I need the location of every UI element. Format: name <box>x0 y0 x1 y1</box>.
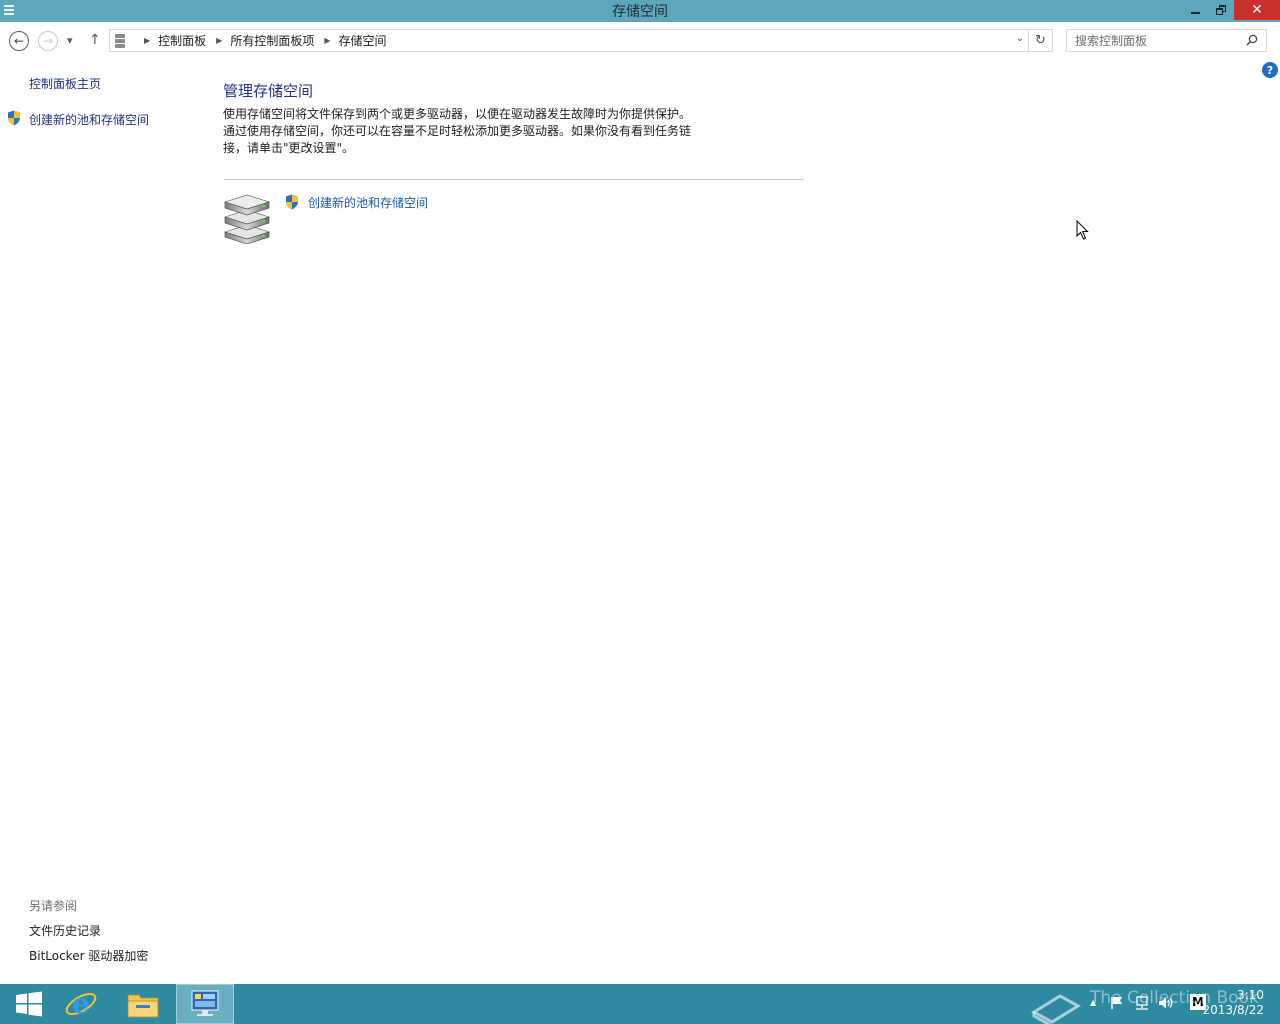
file-history-link[interactable]: 文件历史记录 <box>29 922 101 939</box>
breadcrumb-separator-icon[interactable]: ▶ <box>144 36 150 45</box>
address-bar[interactable]: ▶ 控制面板 ▶ 所有控制面板项 ▶ 存储空间 ⌄ <box>109 29 1029 52</box>
watermark-text: The Collection Book <box>1090 988 1259 1008</box>
breadcrumb-item-all-items[interactable]: 所有控制面板项 <box>230 32 314 49</box>
taskbar-internet-explorer[interactable]: e <box>52 984 110 1024</box>
windows-logo-icon <box>16 991 42 1017</box>
taskbar: e ▲ M 3:10 2013/8/22 <box>0 984 1280 1024</box>
minimize-icon <box>1190 12 1200 14</box>
restore-icon <box>1216 5 1226 15</box>
watermark-book-icon <box>1031 994 1081 1024</box>
svg-text:e: e <box>72 987 90 1020</box>
file-explorer-icon <box>127 994 159 1018</box>
control-panel-home-link[interactable]: 控制面板主页 <box>29 75 101 92</box>
back-button[interactable]: ← <box>9 31 29 51</box>
breadcrumb-separator-icon[interactable]: ▶ <box>216 36 222 45</box>
recent-locations-button[interactable]: ▾ <box>67 34 73 47</box>
uac-shield-icon <box>8 110 20 126</box>
search-icon[interactable] <box>1246 34 1258 46</box>
taskbar-file-explorer[interactable] <box>114 984 172 1024</box>
left-pane: 控制面板主页 创建新的池和存储空间 另请参阅 文件历史记录 BitLocker … <box>0 58 210 984</box>
description-line: 通过使用存储空间，你还可以在容量不足时轻松添加更多驱动器。如果你没有看到任务链 <box>223 124 692 138</box>
uac-shield-icon <box>286 194 298 210</box>
divider <box>224 179 804 180</box>
internet-explorer-icon: e <box>65 987 97 1020</box>
description-line: 使用存储空间将文件保存到两个或更多驱动器，以便在驱动器发生故障时为你提供保护。 <box>223 107 692 121</box>
storage-pool-icon <box>224 194 270 244</box>
mouse-cursor-icon <box>1076 220 1089 240</box>
taskbar-control-panel[interactable] <box>176 984 234 1024</box>
navigation-bar: ← → ▾ ↑ ▶ 控制面板 ▶ 所有控制面板项 ▶ 存储空间 ⌄ ↻ <box>0 22 1280 58</box>
see-also-heading: 另请参阅 <box>29 899 78 913</box>
page-title: 管理存储空间 <box>223 82 314 100</box>
breadcrumb-item-control-panel[interactable]: 控制面板 <box>158 32 206 49</box>
sidebar-create-pool-link[interactable]: 创建新的池和存储空间 <box>29 111 149 128</box>
address-dropdown-icon[interactable]: ⌄ <box>1016 33 1024 44</box>
window-title: 存储空间 <box>612 4 668 20</box>
restore-button[interactable] <box>1208 0 1234 20</box>
breadcrumb-item-storage-spaces[interactable]: 存储空间 <box>339 32 387 49</box>
search-input[interactable] <box>1075 33 1245 48</box>
search-box[interactable] <box>1066 29 1267 52</box>
help-button[interactable]: ? <box>1262 62 1278 78</box>
page-description: 使用存储空间将文件保存到两个或更多驱动器，以便在驱动器发生故障时为你提供保护。 … <box>223 106 703 157</box>
breadcrumb: ▶ 控制面板 ▶ 所有控制面板项 ▶ 存储空间 <box>134 32 387 49</box>
close-button[interactable]: ✕ <box>1234 0 1280 20</box>
forward-button[interactable]: → <box>38 31 58 51</box>
up-button[interactable]: ↑ <box>89 32 101 48</box>
storage-drive-icon <box>115 33 125 48</box>
bitlocker-link[interactable]: BitLocker 驱动器加密 <box>29 947 148 964</box>
description-line: 接，请单击"更改设置"。 <box>223 141 355 155</box>
start-button[interactable] <box>0 984 58 1024</box>
refresh-button[interactable]: ↻ <box>1029 29 1053 52</box>
control-panel-icon <box>191 990 219 1016</box>
title-bar: 存储空间 ✕ <box>0 0 1280 22</box>
minimize-button[interactable] <box>1182 0 1208 20</box>
system-menu-icon[interactable] <box>4 3 14 19</box>
breadcrumb-separator-icon[interactable]: ▶ <box>324 36 330 45</box>
create-pool-task-link[interactable]: 创建新的池和存储空间 <box>308 194 428 211</box>
